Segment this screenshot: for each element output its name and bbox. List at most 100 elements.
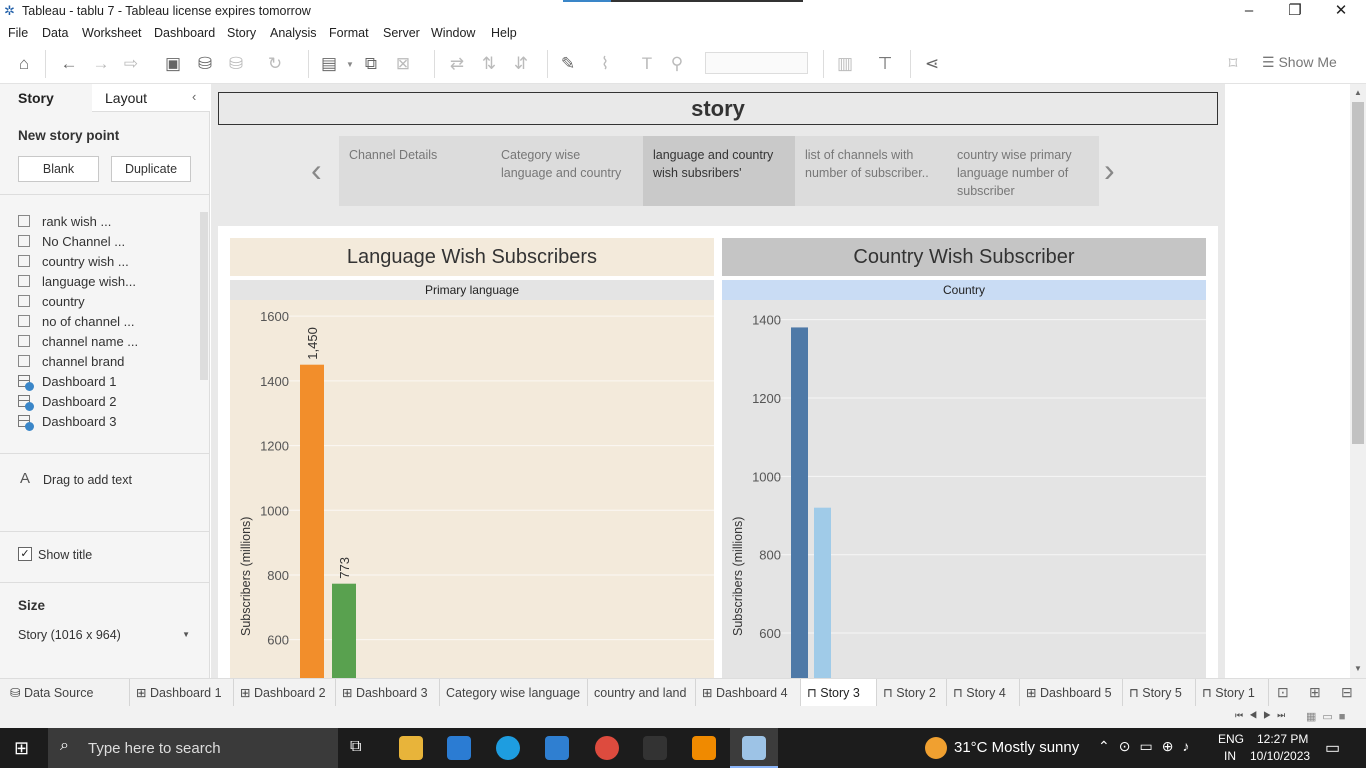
sheet-nav-icons[interactable]: ⏮◀▶⏭ (1235, 710, 1291, 721)
show-title-checkbox[interactable]: ✓ (18, 547, 32, 561)
country-plot[interactable]: 600 800 1000 1200 1400 Subscribers (millions) (722, 300, 1206, 678)
vertical-scrollbar[interactable]: ▲ ▼ (1350, 84, 1366, 678)
scroll-thumb[interactable] (1352, 102, 1364, 444)
tab-dashboard-5[interactable]: ⊞ Dashboard 5 (1020, 679, 1123, 707)
tab-story-2[interactable]: ⊓ Story 2 (877, 679, 947, 707)
sheet-item[interactable]: country wish ... (18, 254, 129, 274)
story-point-1[interactable]: Channel Details (339, 136, 491, 206)
dashboard-item[interactable]: Dashboard 1 (18, 374, 116, 394)
show-cards-icon[interactable]: ▥ (834, 54, 856, 74)
menu-story[interactable]: Story (227, 26, 256, 40)
tab-data-source[interactable]: ⛁ Data Source (0, 679, 130, 707)
taskbar-search[interactable]: ⌕ Type here to search (48, 728, 338, 768)
task-view-icon[interactable]: ⧉ (350, 738, 361, 756)
system-tray-icons[interactable]: ⌃⊙▭⊕♪ (1098, 738, 1198, 755)
menu-file[interactable]: File (8, 26, 28, 40)
attach-icon[interactable]: ⌇ (594, 54, 616, 74)
undo-icon[interactable]: ← (58, 54, 80, 74)
clear-sheet-icon[interactable]: ⊠ (392, 54, 414, 74)
chevron-down-icon[interactable]: ▼ (346, 60, 354, 69)
refresh-icon[interactable]: ↻ (264, 54, 286, 74)
close-button[interactable]: ✕ (1318, 0, 1364, 22)
prev-point-arrow[interactable]: ‹ (311, 152, 322, 188)
notifications-icon[interactable]: ▭ (1325, 738, 1340, 758)
menu-data[interactable]: Data (42, 26, 68, 40)
tab-country-and-land[interactable]: country and land (588, 679, 696, 707)
tab-story-4[interactable]: ⊓ Story 4 (947, 679, 1020, 707)
next-point-arrow[interactable]: › (1104, 152, 1115, 188)
scroll-up-icon[interactable]: ▲ (1354, 88, 1362, 97)
chrome-icon[interactable] (595, 736, 619, 760)
blank-button[interactable]: Blank (18, 156, 99, 182)
windows-start-icon[interactable]: ⊞ (14, 738, 29, 759)
vlc-icon[interactable] (692, 736, 716, 760)
minimize-button[interactable]: – (1226, 0, 1272, 22)
menu-server[interactable]: Server (383, 26, 420, 40)
tab-category-wise-language[interactable]: Category wise language (440, 679, 588, 707)
story-point-2[interactable]: Category wise language and country (491, 136, 643, 206)
view-mode-icons[interactable]: ▦▭■ (1306, 710, 1351, 723)
new-worksheet-icon[interactable]: ▤ (318, 54, 340, 74)
sheet-item[interactable]: channel name ... (18, 334, 138, 354)
tableau-taskbar-button[interactable] (730, 728, 778, 768)
menu-window[interactable]: Window (431, 26, 475, 40)
duplicate-button[interactable]: Duplicate (111, 156, 191, 182)
restore-button[interactable]: ❐ (1272, 0, 1318, 22)
menu-format[interactable]: Format (329, 26, 369, 40)
swap-icon[interactable]: ⇄ (446, 54, 468, 74)
format-painter-icon[interactable]: ⌑ (1222, 54, 1244, 74)
pin-icon[interactable]: ⚲ (666, 54, 688, 74)
menu-help[interactable]: Help (491, 26, 517, 40)
redo-icon[interactable]: → (90, 54, 112, 74)
share-icon[interactable]: ⋖ (921, 54, 943, 74)
sheet-item[interactable]: country (18, 294, 85, 314)
drag-to-add-text[interactable]: Drag to add text (43, 473, 132, 487)
menu-worksheet[interactable]: Worksheet (82, 26, 142, 40)
pause-updates-icon[interactable]: ⛁ (225, 54, 247, 74)
store-icon[interactable] (447, 736, 471, 760)
menu-analysis[interactable]: Analysis (270, 26, 317, 40)
new-dashboard-tab-icon[interactable]: ⊞ (1309, 684, 1321, 701)
tab-story-1[interactable]: ⊓ Story 1 (1196, 679, 1269, 707)
tab-story[interactable]: Story (0, 84, 92, 112)
menu-dashboard[interactable]: Dashboard (154, 26, 215, 40)
dashboard-item[interactable]: Dashboard 3 (18, 414, 116, 434)
collapse-icon[interactable]: ‹ (192, 89, 196, 104)
tab-dashboard-4[interactable]: ⊞ Dashboard 4 (696, 679, 801, 707)
save-icon[interactable]: ▣ (162, 54, 184, 74)
scroll-down-icon[interactable]: ▼ (1354, 664, 1362, 673)
weather-text[interactable]: 31°C Mostly sunny (954, 739, 1079, 756)
story-point-3[interactable]: language and country wish subsribers' (643, 136, 795, 206)
mail-icon[interactable] (545, 736, 569, 760)
replay-icon[interactable]: ⇨ (120, 54, 142, 74)
tab-layout[interactable]: Layout ‹ (92, 84, 210, 112)
edge-icon[interactable] (496, 736, 520, 760)
clock-time[interactable]: 12:27 PM (1257, 732, 1308, 746)
tab-dashboard-1[interactable]: ⊞ Dashboard 1 (130, 679, 234, 707)
highlight-icon[interactable]: ✎ (557, 54, 579, 74)
input-language[interactable]: ENG (1218, 732, 1244, 746)
sheet-item[interactable]: no of channel ... (18, 314, 135, 334)
sheet-item[interactable]: rank wish ... (18, 214, 111, 234)
new-worksheet-tab-icon[interactable]: ⊡ (1277, 684, 1289, 701)
tab-dashboard-2[interactable]: ⊞ Dashboard 2 (234, 679, 336, 707)
story-point-5[interactable]: country wise primary language number of … (947, 136, 1099, 206)
fit-dropdown[interactable] (705, 52, 808, 74)
sort-descending-icon[interactable]: ⇵ (510, 54, 532, 74)
presentation-mode-icon[interactable]: ⊤ (874, 54, 896, 74)
sheet-item[interactable]: language wish... (18, 274, 136, 294)
new-story-tab-icon[interactable]: ⊟ (1341, 684, 1353, 701)
size-dropdown[interactable]: Story (1016 x 964) ▼ (18, 624, 192, 646)
language-plot[interactable]: 600 800 1000 1200 1400 1600 Subscribers (milli… (230, 300, 714, 678)
input-region[interactable]: IN (1224, 749, 1236, 763)
clock-date[interactable]: 10/10/2023 (1250, 749, 1310, 763)
tab-dashboard-3[interactable]: ⊞ Dashboard 3 (336, 679, 440, 707)
tab-story-5[interactable]: ⊓ Story 5 (1123, 679, 1196, 707)
file-explorer-icon[interactable] (399, 736, 423, 760)
sort-ascending-icon[interactable]: ⇅ (478, 54, 500, 74)
show-me-button[interactable]: ☰ Show Me (1262, 54, 1337, 71)
weather-icon[interactable] (925, 737, 947, 759)
story-point-4[interactable]: list of channels with number of subscrib… (795, 136, 947, 206)
snip-tool-icon[interactable] (643, 736, 667, 760)
tab-story-3[interactable]: ⊓ Story 3 (801, 679, 877, 707)
